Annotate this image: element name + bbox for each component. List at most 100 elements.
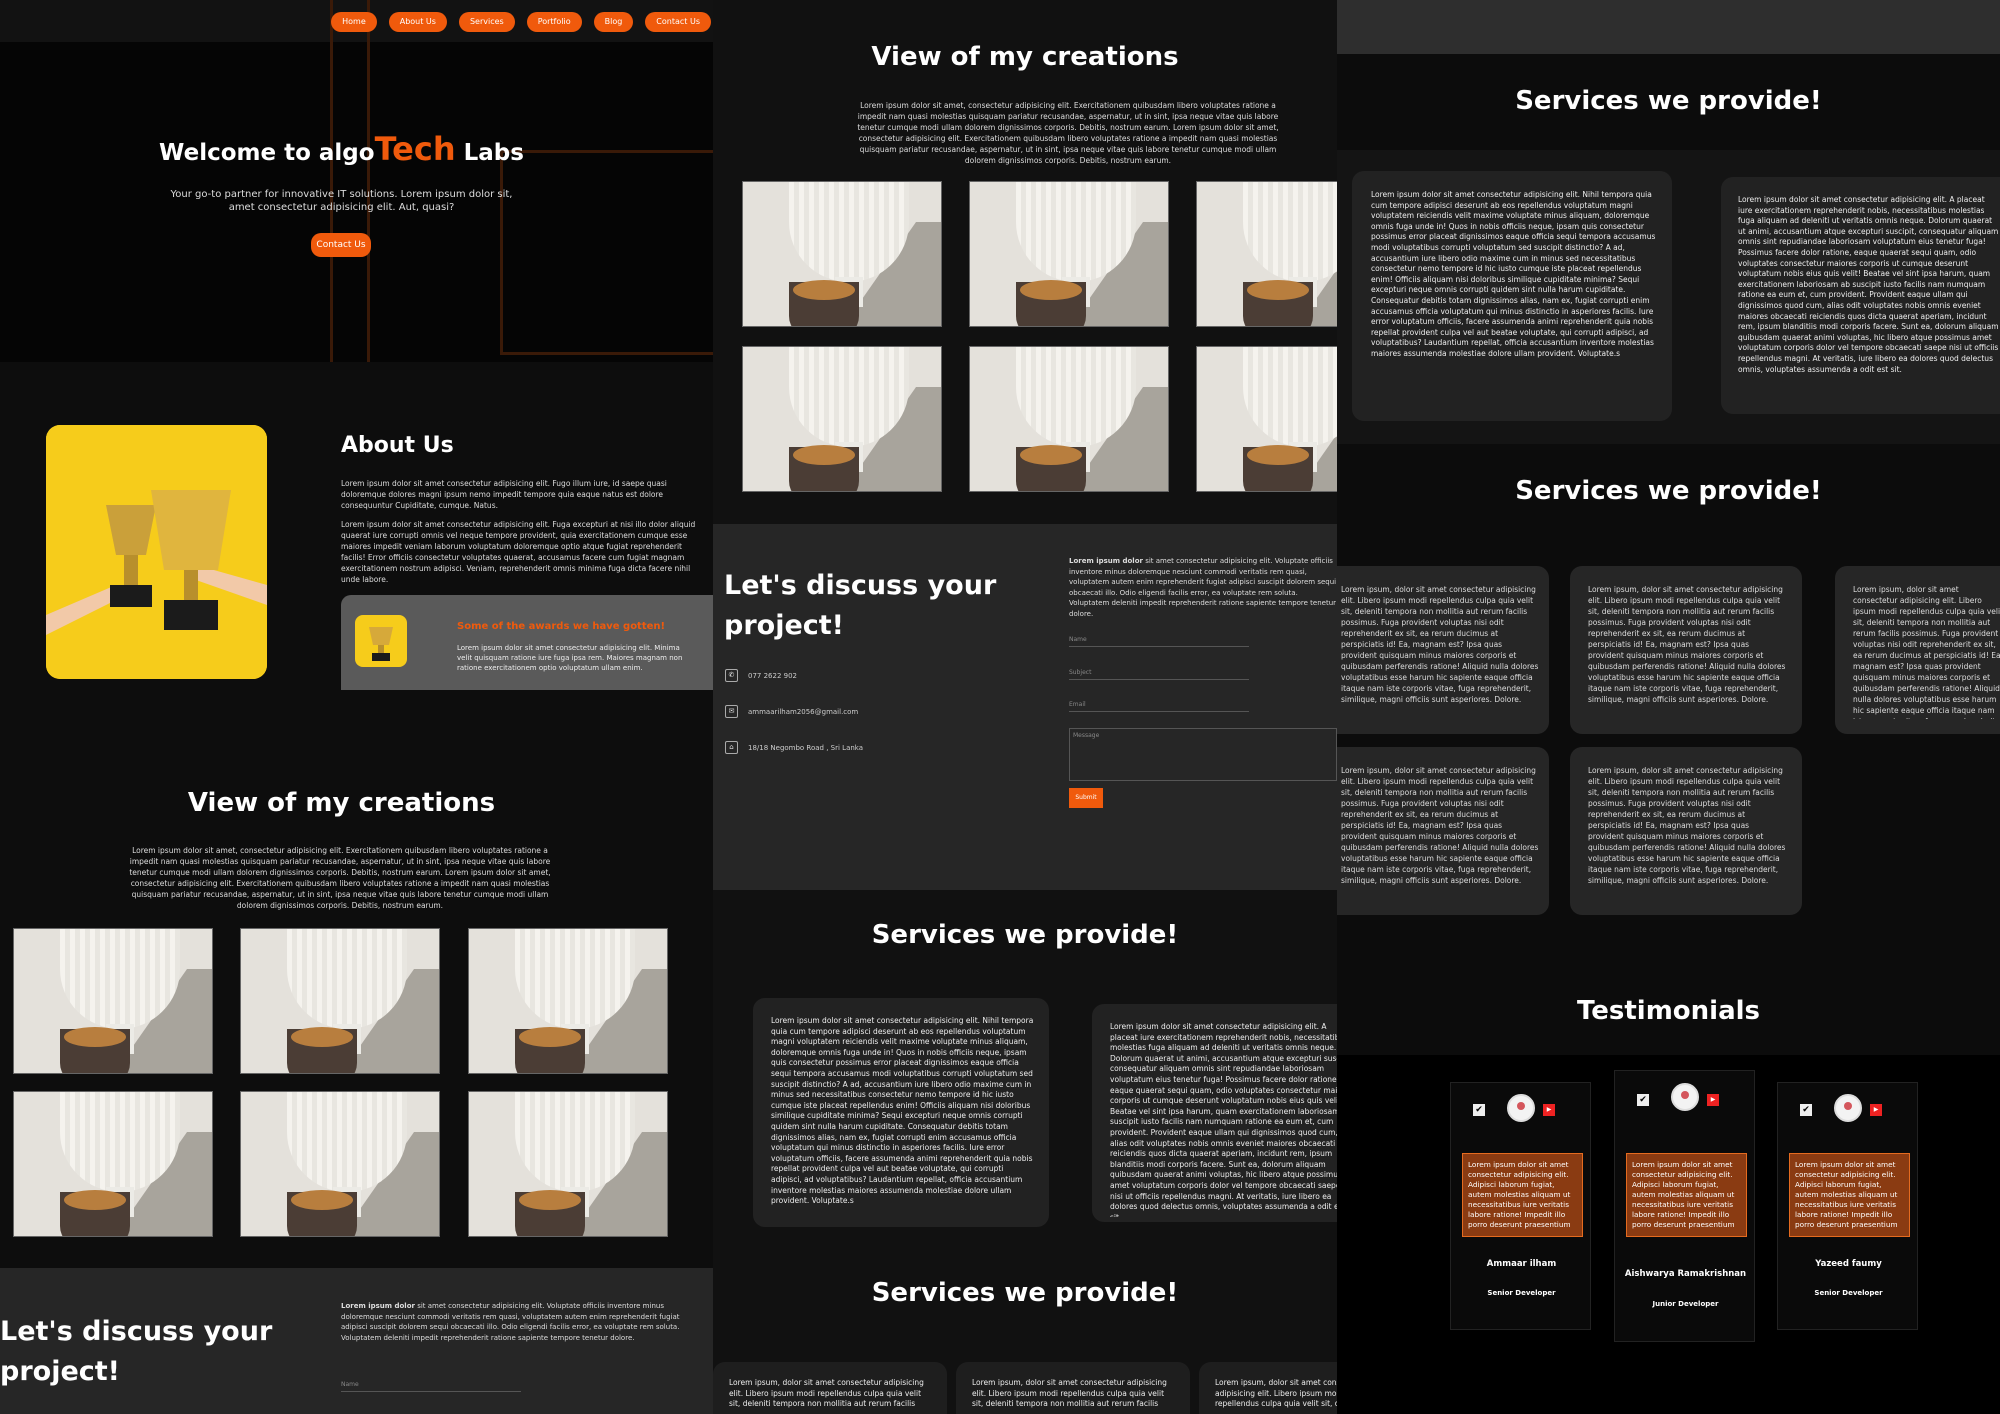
testimonials-heading: Testimonials (1576, 996, 1761, 1026)
nav-home[interactable]: Home (331, 12, 377, 32)
contact-intro: Lorem ipsum dolor sit amet consectetur a… (1069, 556, 1337, 619)
youtube-icon: ▶ (1870, 1104, 1882, 1116)
submit-button[interactable]: Submit (1069, 788, 1103, 808)
contact-address: ⌂ 18/18 Negombo Road , Sri Lanka (725, 741, 863, 754)
creation-image[interactable] (240, 928, 440, 1074)
creation-image[interactable] (468, 1091, 668, 1237)
service-card: Lorem ipsum dolor sit amet consectetur a… (753, 998, 1049, 1227)
creation-image[interactable] (13, 928, 213, 1074)
trophy-image (46, 425, 267, 679)
about-paragraph-2: Lorem ipsum dolor sit amet consectetur a… (341, 520, 696, 584)
contact-address-text: 18/18 Negombo Road , Sri Lanka (748, 743, 864, 752)
phone-icon: ✆ (725, 669, 738, 682)
service-card-text: Lorem ipsum, dolor sit amet consectetur … (1588, 766, 1786, 885)
testimonial-card: ✔ ▶ Lorem ipsum dolor sit amet consectet… (1450, 1082, 1591, 1330)
checkbox-icon: ✔ (1637, 1094, 1649, 1106)
contact-email: ✉ ammaarilham2056@gmail.com (725, 705, 858, 718)
testimonial-role: Senior Developer (1814, 1289, 1883, 1297)
contact-email-text: ammaarilham2056@gmail.com (748, 707, 859, 716)
service-card-text: Lorem ipsum, dolor sit amet consectetur … (1341, 766, 1539, 885)
about-heading: About Us (341, 433, 454, 458)
testimonial-name: Aishwarya Ramakrishnan (1624, 1269, 1747, 1279)
name-field[interactable]: Name (1069, 636, 1249, 647)
contact-section: Let's discuss your project! Lorem ipsum … (0, 1268, 713, 1414)
service-card-text: Lorem ipsum dolor sit amet consectetur a… (1371, 190, 1656, 358)
service-card-text: Lorem ipsum dolor sit amet consectetur a… (771, 1016, 1034, 1206)
service-card: Lorem ipsum, dolor sit amet consectetur … (1835, 566, 2000, 734)
service-card: Lorem ipsum, dolor sit amet consectetur … (1570, 747, 1802, 915)
hero-contact-button[interactable]: Contact Us (311, 233, 371, 257)
nav-contact[interactable]: Contact Us (645, 12, 711, 32)
services-heading: Services we provide! (1515, 86, 1822, 116)
testimonial-quote: Lorem ipsum dolor sit amet consectetur a… (1789, 1153, 1910, 1237)
avatar (1834, 1094, 1862, 1122)
testimonial-quote: Lorem ipsum dolor sit amet consectetur a… (1462, 1153, 1583, 1237)
contact-heading-line1: Let's discuss your (0, 1316, 273, 1347)
creation-image[interactable] (1196, 181, 1337, 327)
creations-text: Lorem ipsum dolor sit amet, consectetur … (129, 846, 551, 910)
contact-section: Let's discuss your project! ✆ 077 2622 90… (713, 524, 1337, 890)
message-field[interactable]: Message (1069, 728, 1337, 781)
service-card: Lorem ipsum, dolor sit amet consectetur … (1199, 1362, 1337, 1414)
service-card-text: Lorem ipsum, dolor sit amet consectetur … (972, 1378, 1167, 1408)
contact-heading: Let's discuss your project! (724, 566, 996, 646)
subject-field[interactable]: Subject (1069, 669, 1249, 680)
name-field[interactable]: Name (341, 1381, 521, 1392)
services-heading: Services we provide! (871, 920, 1179, 950)
creations-text: Lorem ipsum dolor sit amet, consectetur … (857, 101, 1279, 165)
mail-icon: ✉ (725, 705, 738, 718)
service-card-text: Lorem ipsum, dolor sit amet consectetur … (1341, 585, 1539, 704)
contact-intro-bold: Lorem ipsum dolor (341, 1302, 415, 1310)
service-card: Lorem ipsum, dolor sit amet consectetur … (713, 1362, 947, 1414)
testimonial-role: Senior Developer (1487, 1289, 1556, 1297)
avatar (1671, 1083, 1699, 1111)
creation-image[interactable] (742, 346, 942, 492)
testimonial-card: ✔ ▶ Lorem ipsum dolor sit amet consectet… (1777, 1082, 1918, 1330)
hero-subtitle: Your go-to partner for innovative IT sol… (170, 189, 513, 213)
page-screenshot-middle: View of my creations Lorem ipsum dolor s… (713, 0, 1337, 1414)
testimonial-card: ✔ ▶ Lorem ipsum dolor sit amet consectet… (1614, 1070, 1755, 1342)
contact-intro: Lorem ipsum dolor sit amet consectetur a… (341, 1301, 683, 1343)
hero-decoration (500, 150, 713, 355)
avatar (1507, 1094, 1535, 1122)
nav-services[interactable]: Services (458, 12, 515, 32)
hero-title: Welcome to algoTech Labs (0, 130, 683, 168)
creation-image[interactable] (969, 181, 1169, 327)
page-screenshot-left: Home About Us Services Portfolio Blog Co… (0, 0, 713, 1414)
hero-decoration (330, 0, 370, 362)
hero-title-brand: Tech (374, 130, 456, 168)
creation-image[interactable] (240, 1091, 440, 1237)
header-bar (1337, 0, 2000, 54)
awards-thumbnail (355, 615, 407, 667)
service-card-text: Lorem ipsum, dolor sit amet consectetur … (1588, 585, 1786, 704)
nav-about[interactable]: About Us (388, 12, 447, 32)
service-card: Lorem ipsum, dolor sit amet consectetur … (1337, 747, 1549, 915)
service-card: Lorem ipsum dolor sit amet consectetur a… (1721, 177, 2000, 414)
awards-heading: Some of the awards we have gotten! (457, 621, 666, 632)
creation-image[interactable] (1196, 346, 1337, 492)
creation-image[interactable] (969, 346, 1169, 492)
service-card-text: Lorem ipsum, dolor sit amet consectetur … (729, 1378, 924, 1408)
location-icon: ⌂ (725, 741, 738, 754)
youtube-icon: ▶ (1707, 1094, 1719, 1106)
checkbox-icon: ✔ (1800, 1104, 1812, 1116)
service-card: Lorem ipsum dolor sit amet consectetur a… (1352, 171, 1672, 421)
nav-blog[interactable]: Blog (593, 12, 634, 32)
creations-heading: View of my creations (187, 788, 496, 818)
contact-intro-bold: Lorem ipsum dolor (1069, 557, 1143, 565)
creation-image[interactable] (468, 928, 668, 1074)
creation-image[interactable] (742, 181, 942, 327)
service-card-text: Lorem ipsum dolor sit amet consectetur a… (1110, 1022, 1337, 1217)
service-card-text: Lorem ipsum, dolor sit amet consectetur … (1853, 585, 2000, 719)
services-heading: Services we provide! (871, 1278, 1179, 1308)
hero-title-pre: Welcome to algo (159, 140, 375, 166)
hero-title-post: Labs (463, 140, 524, 166)
email-field[interactable]: Email (1069, 701, 1249, 712)
hero-section: Home About Us Services Portfolio Blog Co… (0, 0, 713, 362)
contact-intro-rest: sit amet consectetur adipisicing elit. V… (1069, 557, 1337, 618)
awards-text: Lorem ipsum dolor sit amet consectetur a… (457, 644, 683, 672)
checkbox-icon: ✔ (1473, 1104, 1485, 1116)
nav-portfolio[interactable]: Portfolio (526, 12, 582, 32)
awards-card: Some of the awards we have gotten! Lorem… (341, 595, 713, 690)
creation-image[interactable] (13, 1091, 213, 1237)
